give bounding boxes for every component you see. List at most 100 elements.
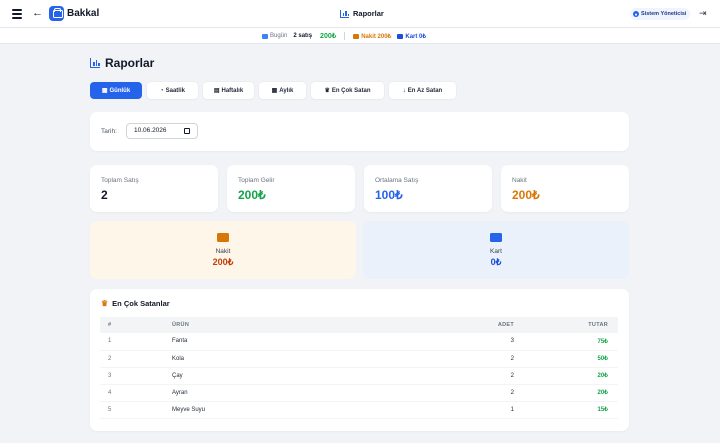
trophy-icon: ♛: [101, 299, 109, 308]
stat-label: Toplam Satış: [101, 177, 139, 184]
top-sellers-title-text: En Çok Satanlar: [112, 299, 170, 308]
row-index: 2: [100, 350, 172, 368]
tab-en-cok-satan[interactable]: ♛ En Çok Satan: [311, 82, 384, 99]
tab-label: En Az Satan: [407, 87, 443, 94]
status-card: Kart 0₺: [405, 33, 427, 40]
stat-value: 2: [101, 188, 108, 202]
calendar-icon[interactable]: [184, 128, 190, 134]
tab-label: Aylık: [279, 87, 294, 94]
user-badge[interactable]: ● Sistem Yöneticisi: [630, 8, 691, 20]
table-row: 3 Çay 2 20₺: [100, 367, 618, 385]
calendar-day-icon: ▦: [101, 88, 108, 94]
status-bar: Bugün 2 satış 200₺ Nakit 200₺ Kart 0₺: [0, 28, 720, 44]
product-name: Çay: [172, 367, 412, 385]
tab-saatlik[interactable]: ◔ Saatlik: [147, 82, 198, 99]
tab-label: Haftalık: [221, 87, 244, 94]
payment-value: 200₺: [212, 257, 234, 267]
row-index: 3: [100, 367, 172, 385]
status-today: Bugün: [270, 33, 288, 39]
status-cash: Nakit 200₺: [361, 33, 392, 40]
column-header: ADET: [497, 322, 514, 328]
row-index: 4: [100, 384, 172, 402]
quantity: 1: [412, 401, 514, 419]
user-label: Sistem Yöneticisi: [641, 11, 687, 17]
stat-label: Ortalama Satış: [375, 177, 419, 184]
stat-card-total-revenue: Toplam Gelir 200₺: [227, 165, 355, 212]
table-header-row: # ÜRÜN ADET TUTAR: [100, 317, 618, 333]
product-name: Ayran: [172, 384, 412, 402]
calendar-icon: [262, 33, 268, 39]
app-logo-icon: [49, 6, 64, 21]
status-divider: [344, 32, 346, 40]
tab-gunluk[interactable]: ▦ Günlük: [90, 82, 142, 99]
quantity: 2: [412, 367, 514, 385]
header-title-text: Raporlar: [353, 9, 384, 18]
stat-value: 200₺: [512, 188, 540, 202]
total-amount: 20₺: [514, 367, 618, 385]
stat-card-cash: Nakit 200₺: [501, 165, 629, 212]
column-header: ÜRÜN: [172, 322, 190, 328]
back-arrow-icon[interactable]: ←: [32, 7, 43, 19]
date-label: Tarih:: [101, 128, 117, 135]
top-sellers-table: # ÜRÜN ADET TUTAR 1 Fanta 3 75₺ 2 Kola 2…: [100, 317, 618, 419]
row-index: 1: [100, 333, 172, 351]
product-name: Meyve Suyu: [172, 401, 412, 419]
stat-label: Nakit: [512, 177, 527, 184]
payment-value: 0₺: [490, 257, 502, 267]
column-header: #: [108, 322, 112, 328]
user-icon: ●: [633, 11, 639, 17]
payment-label: Nakit: [215, 248, 231, 255]
date-filter-card: Tarih: 10.06.2026: [90, 112, 629, 151]
logout-icon[interactable]: ⇥: [699, 8, 707, 19]
page-title: Raporlar: [90, 56, 154, 70]
arrow-down-icon: ↓: [402, 87, 406, 94]
tab-label: En Çok Satan: [331, 87, 371, 94]
status-sales-count: 2 satış: [293, 33, 313, 39]
trophy-icon: ♛: [324, 88, 330, 94]
product-name: Fanta: [172, 333, 412, 351]
stat-value: 200₺: [238, 188, 266, 202]
quantity: 3: [412, 333, 514, 351]
chart-icon: [90, 58, 100, 68]
total-amount: 50₺: [514, 350, 618, 368]
quantity: 2: [412, 350, 514, 368]
payment-label: Kart: [490, 248, 502, 255]
quantity: 2: [412, 384, 514, 402]
top-bar: ← Bakkal Raporlar ● Sistem Yöneticisi ⇥: [0, 0, 720, 28]
tab-haftalik[interactable]: ▤ Haftalık: [203, 82, 254, 99]
calendar-month-icon: ▦: [271, 88, 278, 94]
payment-card-card: Kart 0₺: [363, 221, 629, 279]
table-row: 2 Kola 2 50₺: [100, 350, 618, 368]
card-icon: [397, 33, 404, 39]
table-row: 1 Fanta 3 75₺: [100, 333, 618, 351]
total-amount: 15₺: [514, 401, 618, 419]
cash-icon: [217, 233, 229, 242]
menu-icon[interactable]: [12, 9, 22, 19]
tab-aylik[interactable]: ▦ Aylık: [259, 82, 306, 99]
top-sellers-title: ♛ En Çok Satanlar: [101, 299, 170, 308]
table-row: 4 Ayran 2 20₺: [100, 384, 618, 402]
cash-icon: [353, 33, 360, 39]
payment-card-cash: Nakit 200₺: [90, 221, 356, 279]
total-amount: 20₺: [514, 384, 618, 402]
clock-icon: ◔: [160, 87, 164, 94]
tab-label: Günlük: [109, 87, 131, 94]
date-value: 10.06.2026: [134, 127, 167, 134]
product-name: Kola: [172, 350, 412, 368]
page-title-text: Raporlar: [105, 56, 155, 70]
tab-label: Saatlik: [165, 87, 185, 94]
date-input[interactable]: 10.06.2026: [126, 123, 198, 139]
stat-value: 100₺: [375, 188, 403, 202]
row-index: 5: [100, 401, 172, 419]
column-header: TUTAR: [588, 322, 608, 328]
tab-en-az-satan[interactable]: ↓ En Az Satan: [389, 82, 456, 99]
stat-card-average-sale: Ortalama Satış 100₺: [364, 165, 492, 212]
chart-icon: [340, 9, 349, 18]
stat-label: Toplam Gelir: [238, 177, 275, 184]
status-total: 200₺: [320, 33, 337, 40]
stat-card-total-sales: Toplam Satış 2: [90, 165, 218, 212]
credit-card-icon: [490, 233, 502, 242]
header-page-title: Raporlar: [340, 9, 384, 18]
top-sellers-card: ♛ En Çok Satanlar # ÜRÜN ADET TUTAR 1 Fa…: [90, 289, 629, 431]
total-amount: 75₺: [514, 333, 618, 351]
